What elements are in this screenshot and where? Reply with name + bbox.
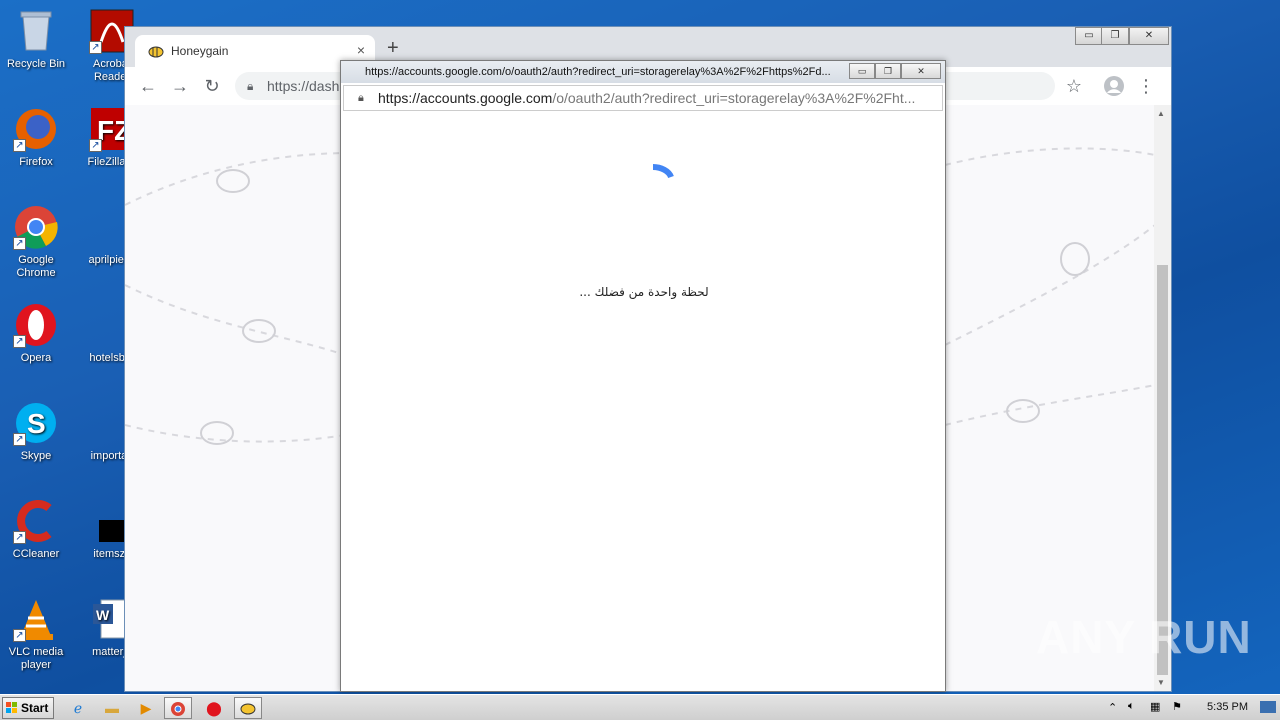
reload-icon[interactable]: ↻	[201, 75, 223, 97]
desktop-icon-label: Firefox	[19, 156, 53, 168]
skype-icon: S ↗	[13, 400, 59, 446]
desktop-icon-recycle-bin[interactable]: Recycle Bin	[0, 8, 74, 71]
scroll-up-icon[interactable]: ▲	[1157, 109, 1165, 118]
desktop-icon-opera[interactable]: ↗ Opera	[0, 302, 74, 365]
honeygain-taskbar-icon[interactable]	[234, 697, 262, 719]
popup-minimize-button[interactable]: ▭	[849, 63, 875, 79]
shortcut-arrow-icon: ↗	[13, 433, 26, 446]
bookmark-star-icon[interactable]: ☆	[1063, 75, 1085, 97]
desktop-icon-label: Opera	[20, 352, 52, 364]
lock-icon: 🔒︎	[247, 79, 254, 93]
new-tab-button[interactable]: +	[387, 38, 399, 58]
desktop-icon-label: CCleaner	[12, 548, 60, 560]
media-player-icon[interactable]: ▶	[132, 697, 160, 719]
shortcut-arrow-icon: ↗	[89, 139, 102, 152]
shortcut-arrow-icon: ↗	[13, 629, 26, 642]
shortcut-arrow-icon: ↗	[13, 139, 26, 152]
popup-close-button[interactable]: ✕	[901, 63, 941, 79]
page-scrollbar[interactable]: ▲ ▼	[1154, 105, 1171, 691]
tab-title: Honeygain	[171, 44, 229, 58]
system-tray: ⌃ 🔈︎ ▦ ⚑ 5:35 PM	[1104, 695, 1280, 720]
popup-title-bar: https://accounts.google.com/o/oauth2/aut…	[341, 61, 945, 83]
popup-title-text: https://accounts.google.com/o/oauth2/aut…	[365, 66, 831, 78]
minimize-button[interactable]: ▭	[1075, 27, 1103, 45]
oauth-popup-window: https://accounts.google.com/o/oauth2/aut…	[340, 60, 946, 692]
svg-text:W: W	[96, 607, 110, 623]
honeygain-bee-icon	[147, 44, 165, 58]
action-center-flag-icon[interactable]: ⚑	[1172, 700, 1182, 713]
close-window-button[interactable]: ✕	[1129, 27, 1169, 45]
opera-taskbar-icon[interactable]: ⬤	[200, 697, 228, 719]
address-text: https://dash	[267, 78, 340, 94]
volume-icon[interactable]: 🔈︎	[1128, 700, 1135, 713]
ccleaner-icon: ↗	[13, 498, 59, 544]
scroll-down-icon[interactable]: ▼	[1157, 678, 1165, 687]
desktop-icon-label: Skype	[20, 450, 52, 462]
desktop-icon-ccleaner[interactable]: ↗ CCleaner	[0, 498, 74, 561]
please-wait-message: لحظة واحدة من فضلك ...	[579, 285, 709, 299]
desktop-icon-firefox[interactable]: ↗ Firefox	[0, 106, 74, 169]
ie-icon[interactable]: ℯ	[64, 697, 92, 719]
desktop-icon-skype[interactable]: S ↗ Skype	[0, 400, 74, 463]
opera-icon: ↗	[13, 302, 59, 348]
svg-text:S: S	[27, 408, 46, 439]
vlc-icon: ↗	[13, 596, 59, 642]
profile-avatar-icon[interactable]	[1103, 75, 1125, 97]
popup-address-bar[interactable]: 🔒︎ https://accounts.google.com/o/oauth2/…	[343, 85, 943, 111]
firefox-icon: ↗	[13, 106, 59, 152]
shortcut-arrow-icon: ↗	[13, 335, 26, 348]
windows-flag-icon	[6, 702, 17, 713]
clock[interactable]: 5:35 PM	[1207, 701, 1248, 713]
popup-url-path: /o/oauth2/auth?redirect_uri=storagerelay…	[552, 90, 916, 106]
shortcut-arrow-icon: ↗	[89, 41, 102, 54]
desktop-icon-label: Google Chrome	[16, 254, 56, 279]
popup-maximize-button[interactable]: ❐	[875, 63, 901, 79]
start-label: Start	[21, 701, 49, 715]
lock-icon: 🔒︎	[358, 92, 364, 104]
popup-url-domain: https://accounts.google.com	[378, 90, 553, 106]
desktop-icon-label: Recycle Bin	[6, 58, 66, 70]
forward-icon[interactable]: →	[169, 75, 191, 97]
tab-close-icon[interactable]: ×	[357, 42, 365, 58]
desktop-icon-chrome[interactable]: ↗ Google Chrome	[0, 204, 74, 280]
chrome-icon: ↗	[13, 204, 59, 250]
recycle-bin-icon	[13, 8, 59, 54]
start-button[interactable]: Start	[2, 697, 54, 719]
chrome-taskbar-icon[interactable]	[164, 697, 192, 719]
menu-kebab-icon[interactable]: ⋮	[1135, 75, 1157, 97]
loading-spinner-icon	[647, 161, 675, 185]
anyrun-watermark: ANY RUN	[1036, 611, 1252, 663]
shortcut-arrow-icon: ↗	[13, 531, 26, 544]
network-icon[interactable]: ▦	[1150, 700, 1160, 713]
tab-honeygain[interactable]: Honeygain ×	[135, 35, 375, 67]
shortcut-arrow-icon: ↗	[13, 237, 26, 250]
show-desktop-icon[interactable]	[1260, 701, 1276, 713]
desktop-icon-label: VLC media player	[8, 646, 64, 671]
maximize-button[interactable]: ❐	[1101, 27, 1129, 45]
tray-expand-icon[interactable]: ⌃	[1108, 701, 1117, 714]
desktop-icon-vlc[interactable]: ↗ VLC media player	[0, 596, 74, 672]
explorer-folder-icon[interactable]: ▬	[98, 697, 126, 719]
back-icon[interactable]: ←	[137, 75, 159, 97]
taskbar: Start ℯ ▬ ▶ ⬤ ⌃ 🔈︎ ▦ ⚑ 5:35 PM	[0, 694, 1280, 720]
